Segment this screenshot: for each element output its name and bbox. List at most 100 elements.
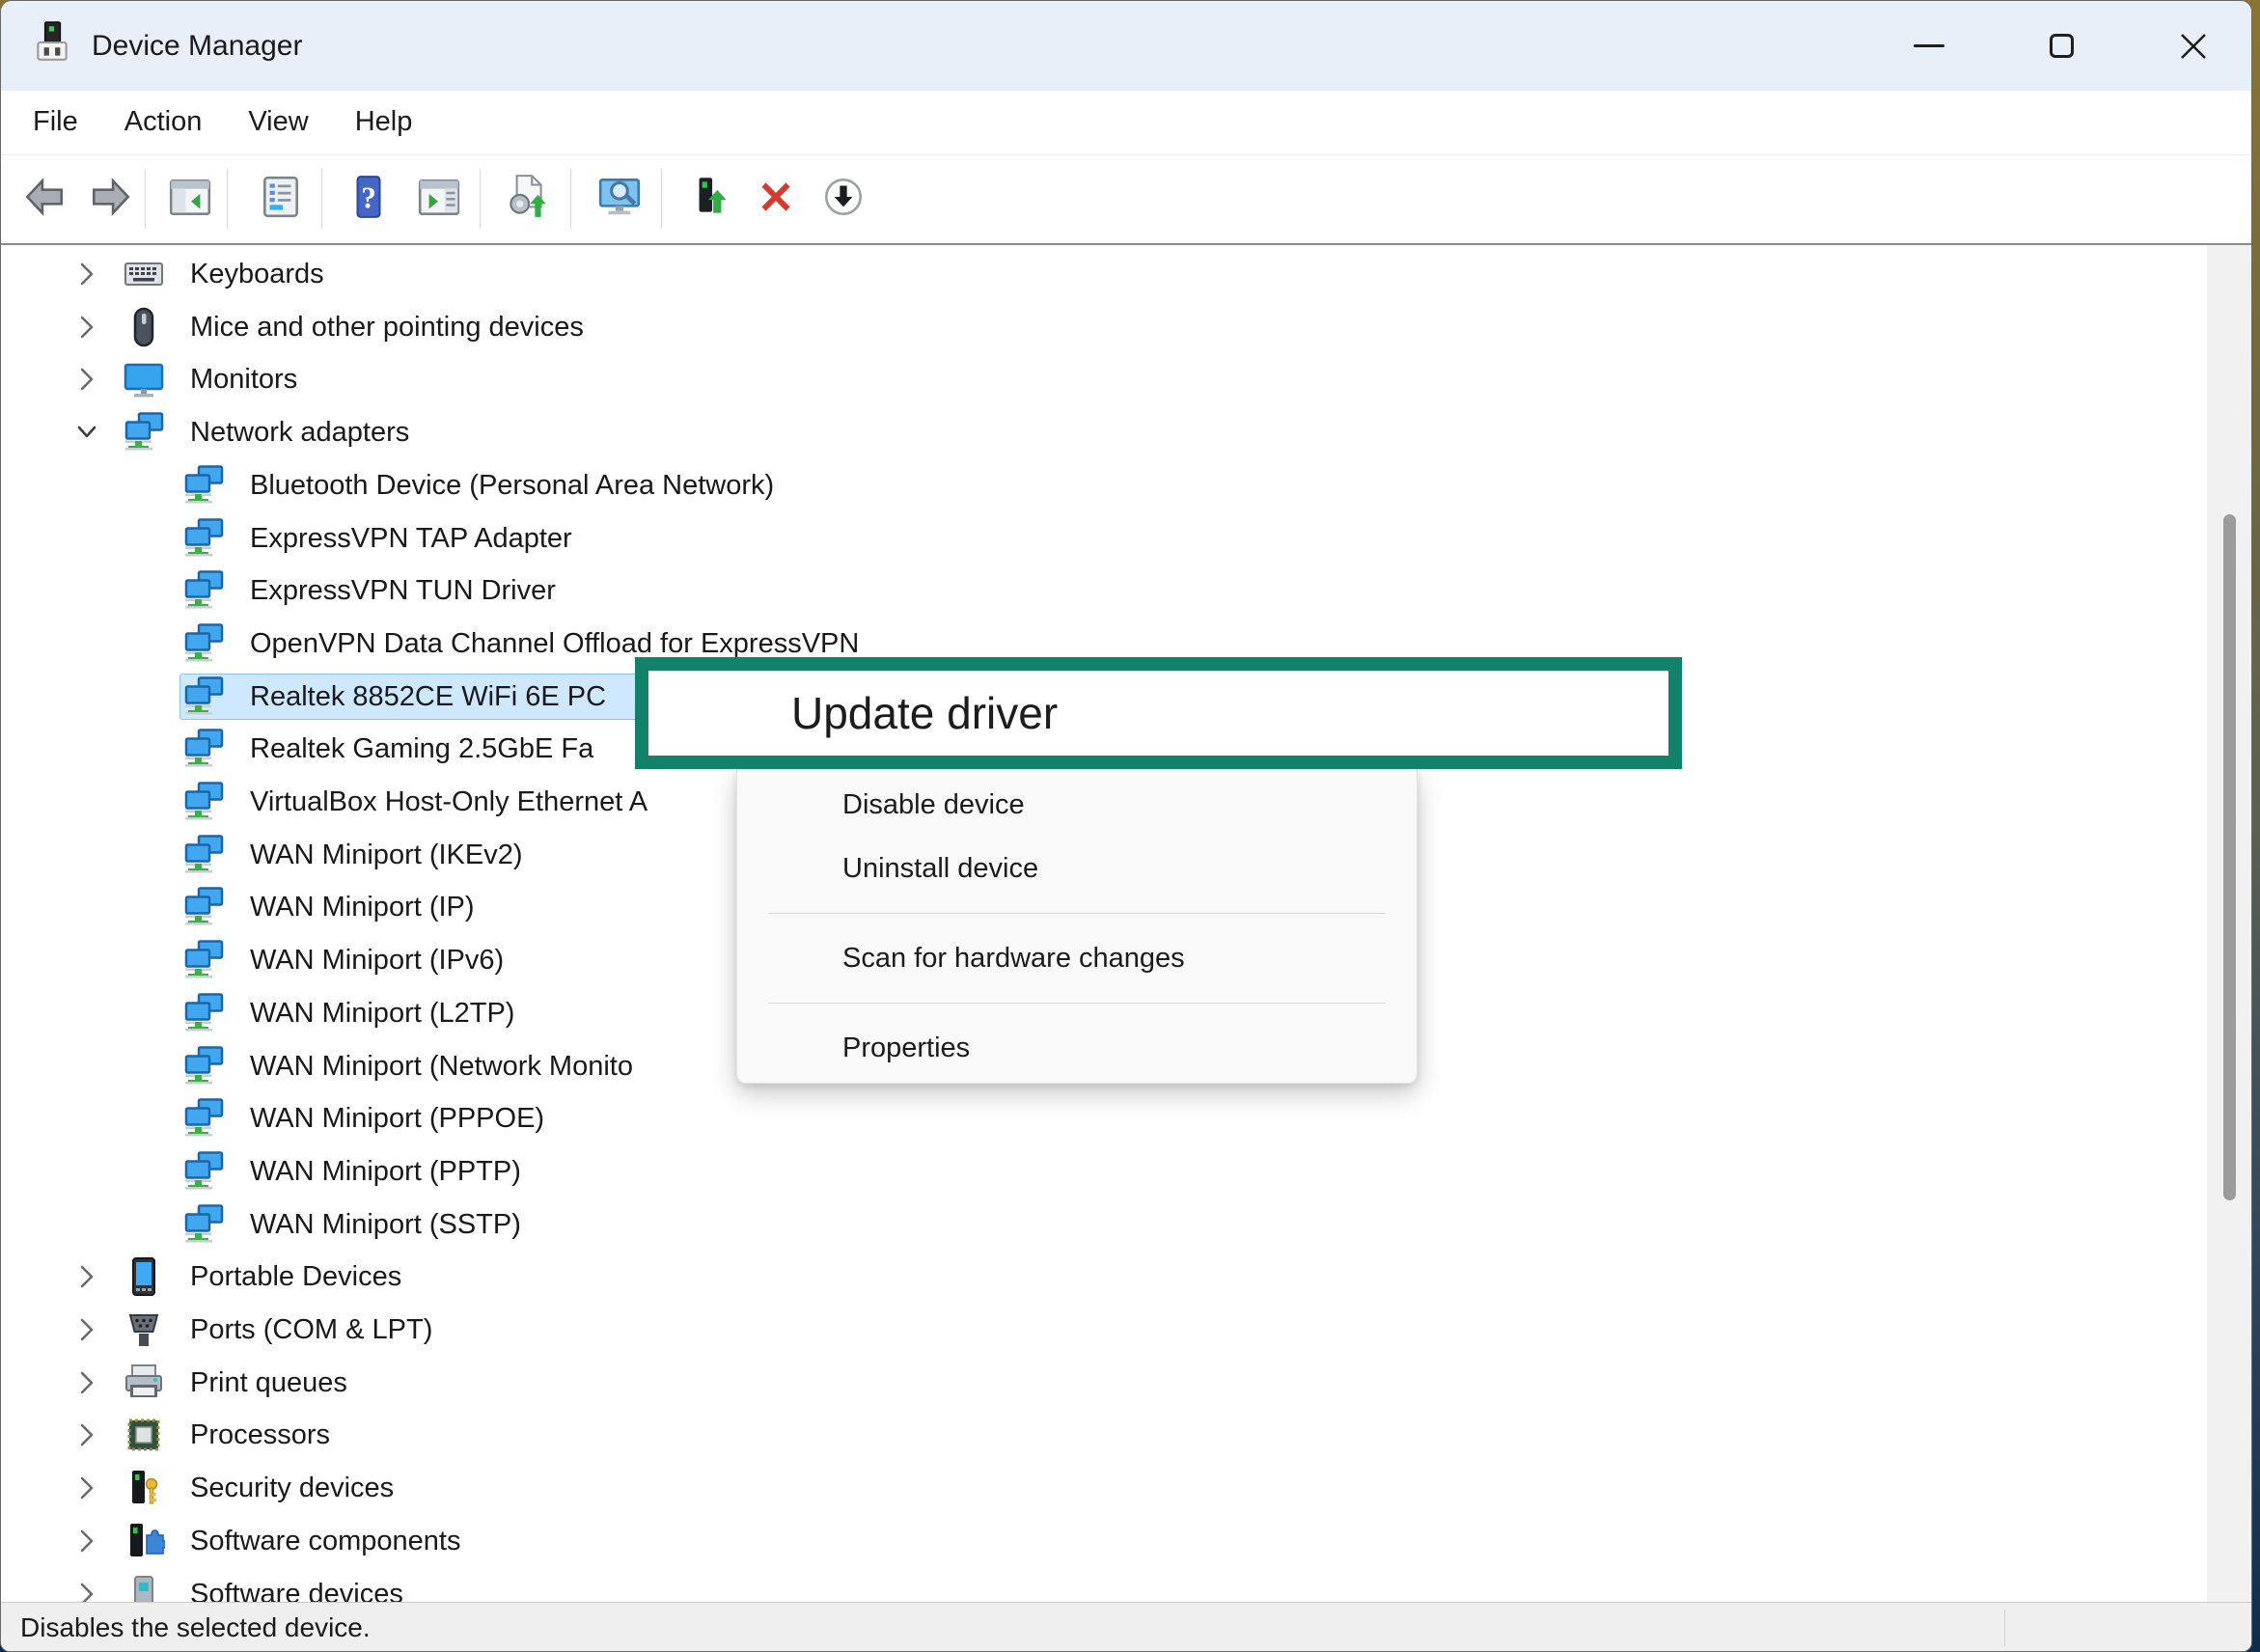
tree-item-wan-miniport-sstp[interactable]: WAN Miniport (SSTP) [1,1198,2201,1252]
device-update-icon [686,173,734,226]
chevron-collapsed-icon[interactable] [72,1317,101,1342]
tree-item-label: ExpressVPN TUN Driver [250,564,556,618]
chevron-collapsed-icon[interactable] [72,1422,101,1447]
chevron-collapsed-icon[interactable] [72,315,101,340]
tree-item-processors[interactable]: Processors [1,1409,2201,1462]
tree-item-label: Mice and other pointing devices [190,301,584,354]
chevron-collapsed-icon[interactable] [72,1528,101,1554]
uninstall-device-button[interactable] [749,172,803,226]
security-device-icon [123,1467,165,1509]
tree-item-label: WAN Miniport (IP) [250,881,475,934]
chevron-collapsed-icon[interactable] [72,1264,101,1289]
disable-arrow-icon [819,173,868,226]
toolbar-separator [227,169,228,229]
network-adapter-icon [182,569,225,612]
tree-item-security-devices[interactable]: Security devices [1,1462,2201,1515]
menu-file[interactable]: File [33,91,78,155]
chevron-expanded-icon[interactable] [72,420,101,445]
context-menu-item-update-driver[interactable]: Update driver [635,657,1682,769]
tree-item-label: Software components [190,1515,460,1568]
toolbar-separator [570,169,571,229]
toolbar-separator [661,169,662,229]
tree-item-label: Ports (COM & LPT) [190,1304,432,1357]
show-console-tree-button[interactable] [163,172,217,226]
network-adapter-icon [182,992,225,1034]
update-driver-device-button[interactable] [683,172,737,226]
context-menu-item-properties[interactable]: Properties [737,1016,1417,1080]
network-adapter-icon [182,939,225,981]
tree-item-bluetooth-device-personal-area-network[interactable]: Bluetooth Device (Personal Area Network) [1,459,2201,512]
title-bar: Device Manager [1,1,2251,92]
context-menu-item-scan-for-hardware-changes[interactable]: Scan for hardware changes [737,926,1417,990]
minimize-button[interactable] [1885,1,1973,91]
chevron-collapsed-icon[interactable] [72,262,101,287]
action-pane-button[interactable] [412,172,466,226]
tree-item-mice-and-other-pointing-devices[interactable]: Mice and other pointing devices [1,301,2201,354]
printer-icon [123,1362,165,1404]
status-text: Disables the selected device. [20,1603,371,1652]
maximize-icon [2050,34,2074,58]
menu-view[interactable]: View [248,91,308,155]
tree-item-label: Network adapters [190,406,409,459]
tree-item-label: Portable Devices [190,1251,401,1304]
device-manager-window: Device Manager File Action View Help ? Keyb… [0,0,2252,1652]
network-adapter-icon [182,1150,225,1193]
tree-item-label: Bluetooth Device (Personal Area Network) [250,459,774,512]
properties-button[interactable] [254,172,308,226]
tree-item-label: Realtek 8852CE WiFi 6E PC [250,671,606,724]
chevron-collapsed-icon[interactable] [72,1370,101,1395]
tree-item-label: ExpressVPN TAP Adapter [250,512,572,565]
tree-item-label: WAN Miniport (IKEv2) [250,829,523,882]
maximize-button[interactable] [2017,1,2106,91]
tree-item-monitors[interactable]: Monitors [1,353,2201,406]
update-driver-label: Update driver [791,687,1058,739]
menu-action[interactable]: Action [124,91,203,155]
scan-hardware-icon [596,173,645,226]
network-adapter-icon [182,886,225,928]
network-adapter-icon [182,675,225,718]
tree-item-expressvpn-tun-driver[interactable]: ExpressVPN TUN Driver [1,564,2201,618]
close-icon [2178,31,2209,62]
tree-item-label: Security devices [190,1462,394,1515]
tree-item-portable-devices[interactable]: Portable Devices [1,1251,2201,1304]
network-adapter-icon [182,1045,225,1088]
tree-item-wan-miniport-pppoe[interactable]: WAN Miniport (PPPOE) [1,1092,2201,1145]
tree-item-label: WAN Miniport (PPTP) [250,1145,521,1198]
network-adapter-icon [182,1097,225,1140]
help-button[interactable]: ? [342,172,396,226]
back-button[interactable] [17,172,71,226]
context-menu-separator [768,1003,1386,1004]
forward-button[interactable] [84,172,138,226]
disable-device-button[interactable] [816,172,870,226]
context-menu-item-disable-device[interactable]: Disable device [737,773,1417,837]
tree-item-software-components[interactable]: Software components [1,1515,2201,1568]
network-adapter-icon [123,411,165,454]
scrollbar-thumb[interactable] [2223,514,2236,1200]
toolbar-separator [480,169,481,229]
properties-icon [257,173,305,226]
tree-item-network-adapters[interactable]: Network adapters [1,406,2201,459]
tree-item-expressvpn-tap-adapter[interactable]: ExpressVPN TAP Adapter [1,512,2201,565]
forward-arrow-icon [87,173,135,226]
tree-item-wan-miniport-pptp[interactable]: WAN Miniport (PPTP) [1,1145,2201,1198]
chevron-collapsed-icon[interactable] [72,367,101,392]
software-component-icon [123,1520,165,1562]
close-button[interactable] [2149,1,2238,91]
network-adapter-icon [182,622,225,665]
tree-item-label: Monitors [190,353,297,406]
toolbar: ? [1,155,2251,243]
tree-item-print-queues[interactable]: Print queues [1,1357,2201,1410]
context-menu-item-uninstall-device[interactable]: Uninstall device [737,837,1417,900]
update-driver-file-icon [503,173,551,226]
network-adapter-icon [182,464,225,507]
chevron-collapsed-icon[interactable] [72,1475,101,1501]
keyboard-icon [123,253,165,295]
help-icon: ? [345,173,393,226]
menu-help[interactable]: Help [355,91,413,155]
scan-hardware-changes-button[interactable] [593,172,648,226]
update-driver-file-button[interactable] [500,172,554,226]
tree-item-keyboards[interactable]: Keyboards [1,248,2201,301]
tree-item-ports-com-lpt[interactable]: Ports (COM & LPT) [1,1304,2201,1357]
menu-bar: File Action View Help [1,91,2251,155]
tree-item-label: WAN Miniport (PPPOE) [250,1092,544,1145]
